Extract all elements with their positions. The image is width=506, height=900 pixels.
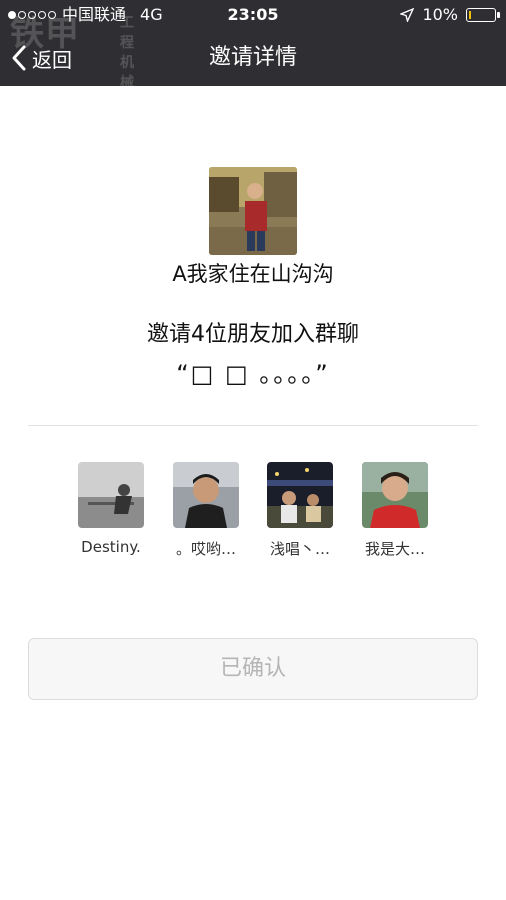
inviter-name: A我家住在山沟沟: [172, 262, 334, 286]
location-arrow-icon: [400, 8, 415, 22]
member-item[interactable]: Destiny.: [61, 462, 161, 556]
member-avatar: [78, 462, 144, 528]
top-bar: 铁甲 工程机械网 中国联通 4G 23:05 10% 返回 邀请详情: [0, 0, 506, 111]
member-item[interactable]: 浅唱丶…: [250, 462, 350, 559]
inviter-photo: [209, 167, 297, 255]
member-name: Destiny.: [81, 538, 141, 556]
divider: [28, 425, 478, 426]
confirmed-button[interactable]: 已确认: [28, 638, 478, 700]
group-name: “□ □ 。。。。”: [176, 360, 330, 388]
status-bar: 中国联通 4G 23:05 10%: [0, 0, 506, 30]
page-title: 邀请详情: [208, 45, 297, 70]
member-name: 。哎哟…: [175, 540, 236, 558]
inviter-avatar[interactable]: [209, 167, 297, 255]
member-name: 我是大…: [364, 540, 425, 558]
member-avatar: [267, 462, 333, 528]
invite-message: 邀请4位朋友加入群聊: [147, 322, 359, 347]
member-avatar: [173, 462, 239, 528]
battery-icon: [466, 8, 500, 22]
member-name: 浅唱丶…: [269, 540, 330, 558]
member-item[interactable]: 。哎哟…: [156, 462, 256, 559]
member-item[interactable]: 我是大…: [345, 462, 445, 559]
battery-percent: 10%: [422, 5, 458, 24]
member-avatar: [362, 462, 428, 528]
battery-level: [469, 11, 471, 19]
nav-bar: 返回 邀请详情: [0, 30, 506, 86]
